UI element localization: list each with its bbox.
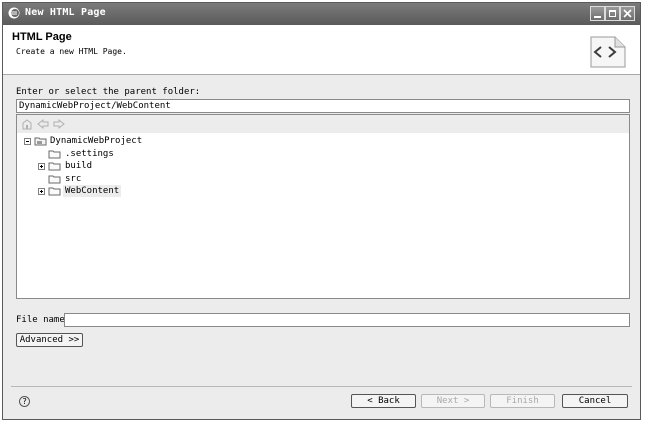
eclipse-icon [8,7,20,19]
minus-icon [26,141,29,142]
project-folder-icon [34,137,47,146]
expand-toggle[interactable] [38,163,45,170]
folder-tree[interactable]: DynamicWebProject .settings build src We… [16,114,630,299]
folder-icon [48,162,61,171]
parent-folder-label: Enter or select the parent folder: [16,87,201,97]
back-button[interactable]: < Back [351,394,416,408]
tree-item-root[interactable]: DynamicWebProject [50,135,142,147]
home-icon[interactable] [21,118,33,130]
tree-item-webcontent[interactable]: WebContent [63,185,122,197]
collapse-toggle[interactable] [24,138,31,145]
page-description: Create a new HTML Page. [16,47,127,56]
close-button[interactable] [620,6,635,21]
minimize-icon [594,16,601,18]
next-button: Next > [421,394,485,408]
file-name-input[interactable] [64,313,630,327]
parent-folder-input[interactable]: DynamicWebProject/WebContent [16,99,630,113]
forward-arrow-icon[interactable] [53,118,65,130]
tree-toolbar [17,115,629,133]
cancel-button[interactable]: Cancel [562,394,628,408]
back-arrow-icon[interactable] [37,118,49,130]
title-bar[interactable]: New HTML Page [3,3,640,25]
html-tag-icon [590,36,626,68]
expand-toggle[interactable] [38,188,45,195]
maximize-icon [609,10,616,17]
finish-button: Finish [490,394,555,408]
folder-icon [48,150,61,159]
folder-icon [48,187,61,196]
new-html-page-dialog: New HTML Page HTML Page Create a new HTM… [2,2,641,420]
footer-separator [11,386,632,387]
folder-icon [48,175,61,184]
tree-item-src[interactable]: src [65,173,81,185]
minimize-button[interactable] [590,6,605,21]
file-name-label: File name: [16,315,71,325]
close-icon [623,9,632,18]
help-icon[interactable]: ? [19,396,30,407]
window-title: New HTML Page [25,7,106,18]
maximize-button[interactable] [605,6,620,21]
advanced-button[interactable]: Advanced >> [16,333,83,347]
page-title: HTML Page [12,31,72,43]
wizard-banner: HTML Page Create a new HTML Page. [3,25,640,75]
tree-item-build[interactable]: build [65,160,92,172]
tree-item-settings[interactable]: .settings [65,148,114,160]
